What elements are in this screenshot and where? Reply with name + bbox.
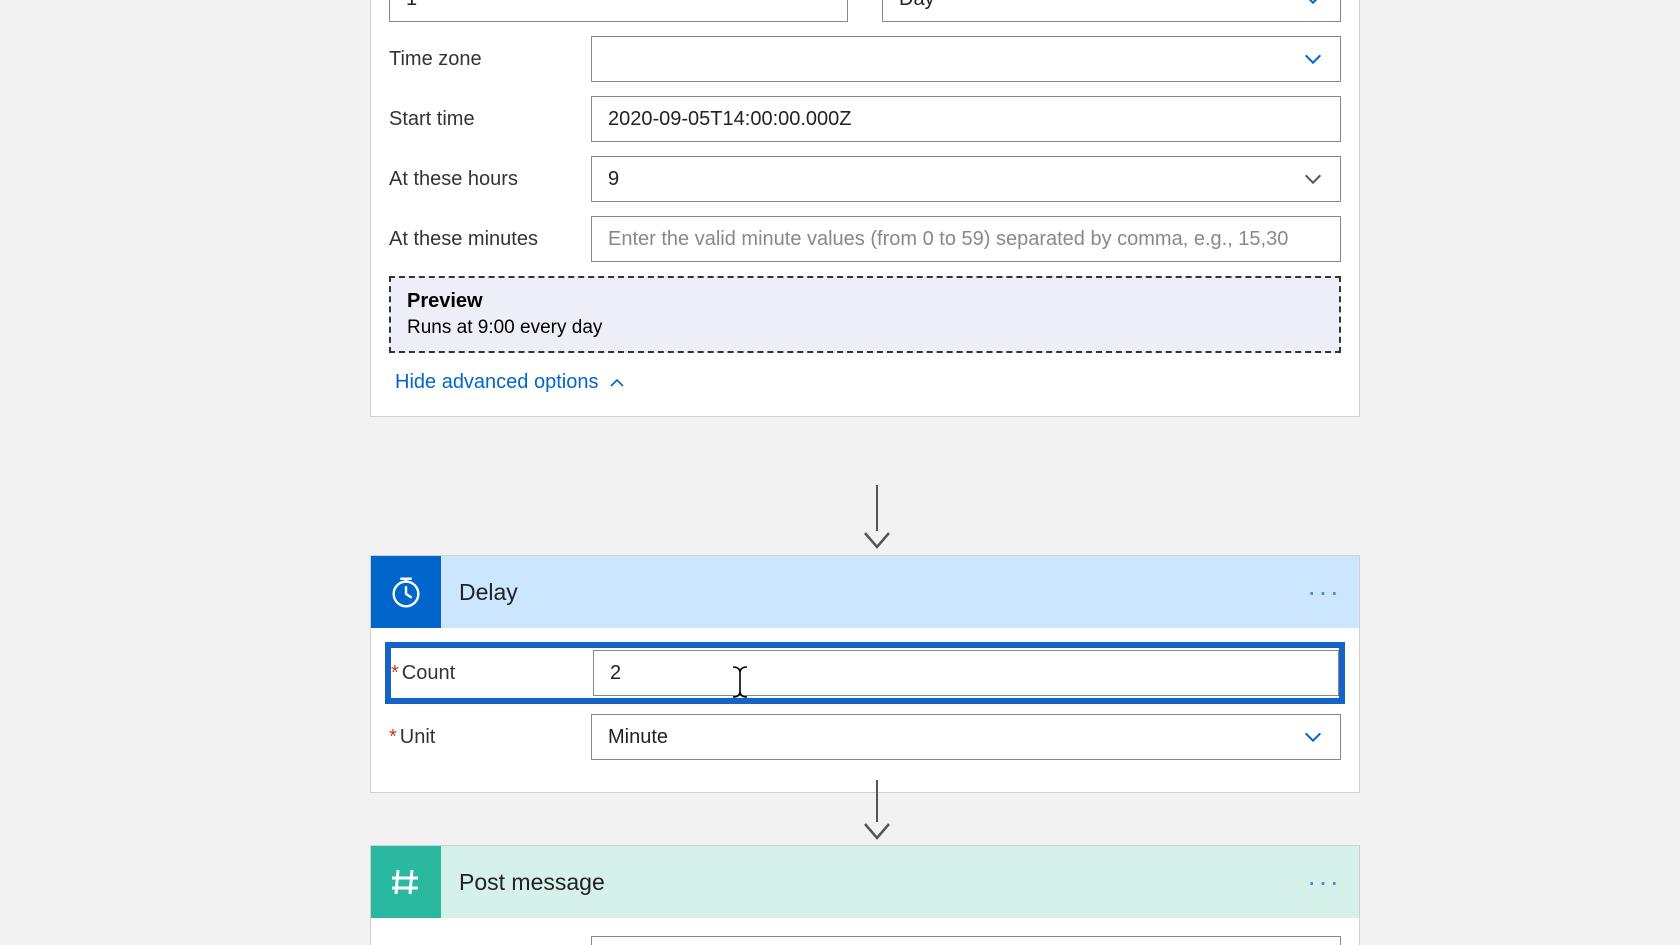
delay-card: Delay ··· *Count *Unit Minute: [370, 555, 1360, 793]
frequency-value: Day: [899, 0, 935, 11]
chevron-down-icon: [1302, 726, 1324, 748]
post-message-card-title: Post message: [459, 869, 1307, 896]
timezone-label: Time zone: [389, 48, 591, 71]
starttime-label: Start time: [389, 108, 591, 131]
chevron-down-icon: [1302, 48, 1324, 70]
chevron-down-icon: [1302, 168, 1324, 190]
count-label: *Count: [391, 662, 593, 685]
delay-card-title: Delay: [459, 579, 1307, 606]
recurrence-card: Interval Frequency Day Time zone: [370, 0, 1360, 417]
hide-advanced-options-link[interactable]: Hide advanced options: [395, 371, 626, 394]
unit-value: Minute: [608, 726, 668, 749]
chevron-down-icon: [1302, 0, 1324, 10]
hours-value: 9: [608, 168, 1302, 191]
unit-select[interactable]: Minute: [591, 714, 1341, 760]
chevron-up-icon: [608, 374, 626, 392]
arrow-down-icon: [863, 822, 891, 842]
advanced-link-label: Hide advanced options: [395, 371, 598, 394]
post-more-button[interactable]: ···: [1307, 866, 1341, 898]
preview-title: Preview: [407, 290, 1323, 313]
hours-select[interactable]: 9: [591, 156, 1341, 202]
hours-label: At these hours: [389, 168, 591, 191]
channel-name-select[interactable]: tutorial: [591, 936, 1341, 945]
arrow-down-icon: [863, 531, 891, 551]
flow-canvas: Interval Frequency Day Time zone: [0, 0, 1680, 945]
text-cursor-icon: [730, 665, 750, 699]
post-message-card: Post message ··· *Channel Name tutorial: [370, 845, 1360, 945]
count-row-highlighted: *Count: [389, 646, 1341, 700]
preview-box: Preview Runs at 9:00 every day: [389, 276, 1341, 353]
unit-label: *Unit: [389, 726, 591, 749]
minutes-label: At these minutes: [389, 228, 591, 251]
clock-icon: [371, 556, 441, 628]
count-input[interactable]: [593, 650, 1339, 696]
delay-more-button[interactable]: ···: [1307, 576, 1341, 608]
preview-text: Runs at 9:00 every day: [407, 317, 1323, 339]
flow-connector: [863, 485, 891, 551]
flow-connector: [863, 780, 891, 842]
minutes-input[interactable]: [591, 216, 1341, 262]
timezone-select[interactable]: [591, 36, 1341, 82]
hash-icon: [371, 846, 441, 918]
post-message-card-header[interactable]: Post message ···: [371, 846, 1359, 918]
delay-card-header[interactable]: Delay ···: [371, 556, 1359, 628]
starttime-input[interactable]: [591, 96, 1341, 142]
frequency-select[interactable]: Day: [882, 0, 1341, 22]
interval-input[interactable]: [389, 0, 848, 22]
